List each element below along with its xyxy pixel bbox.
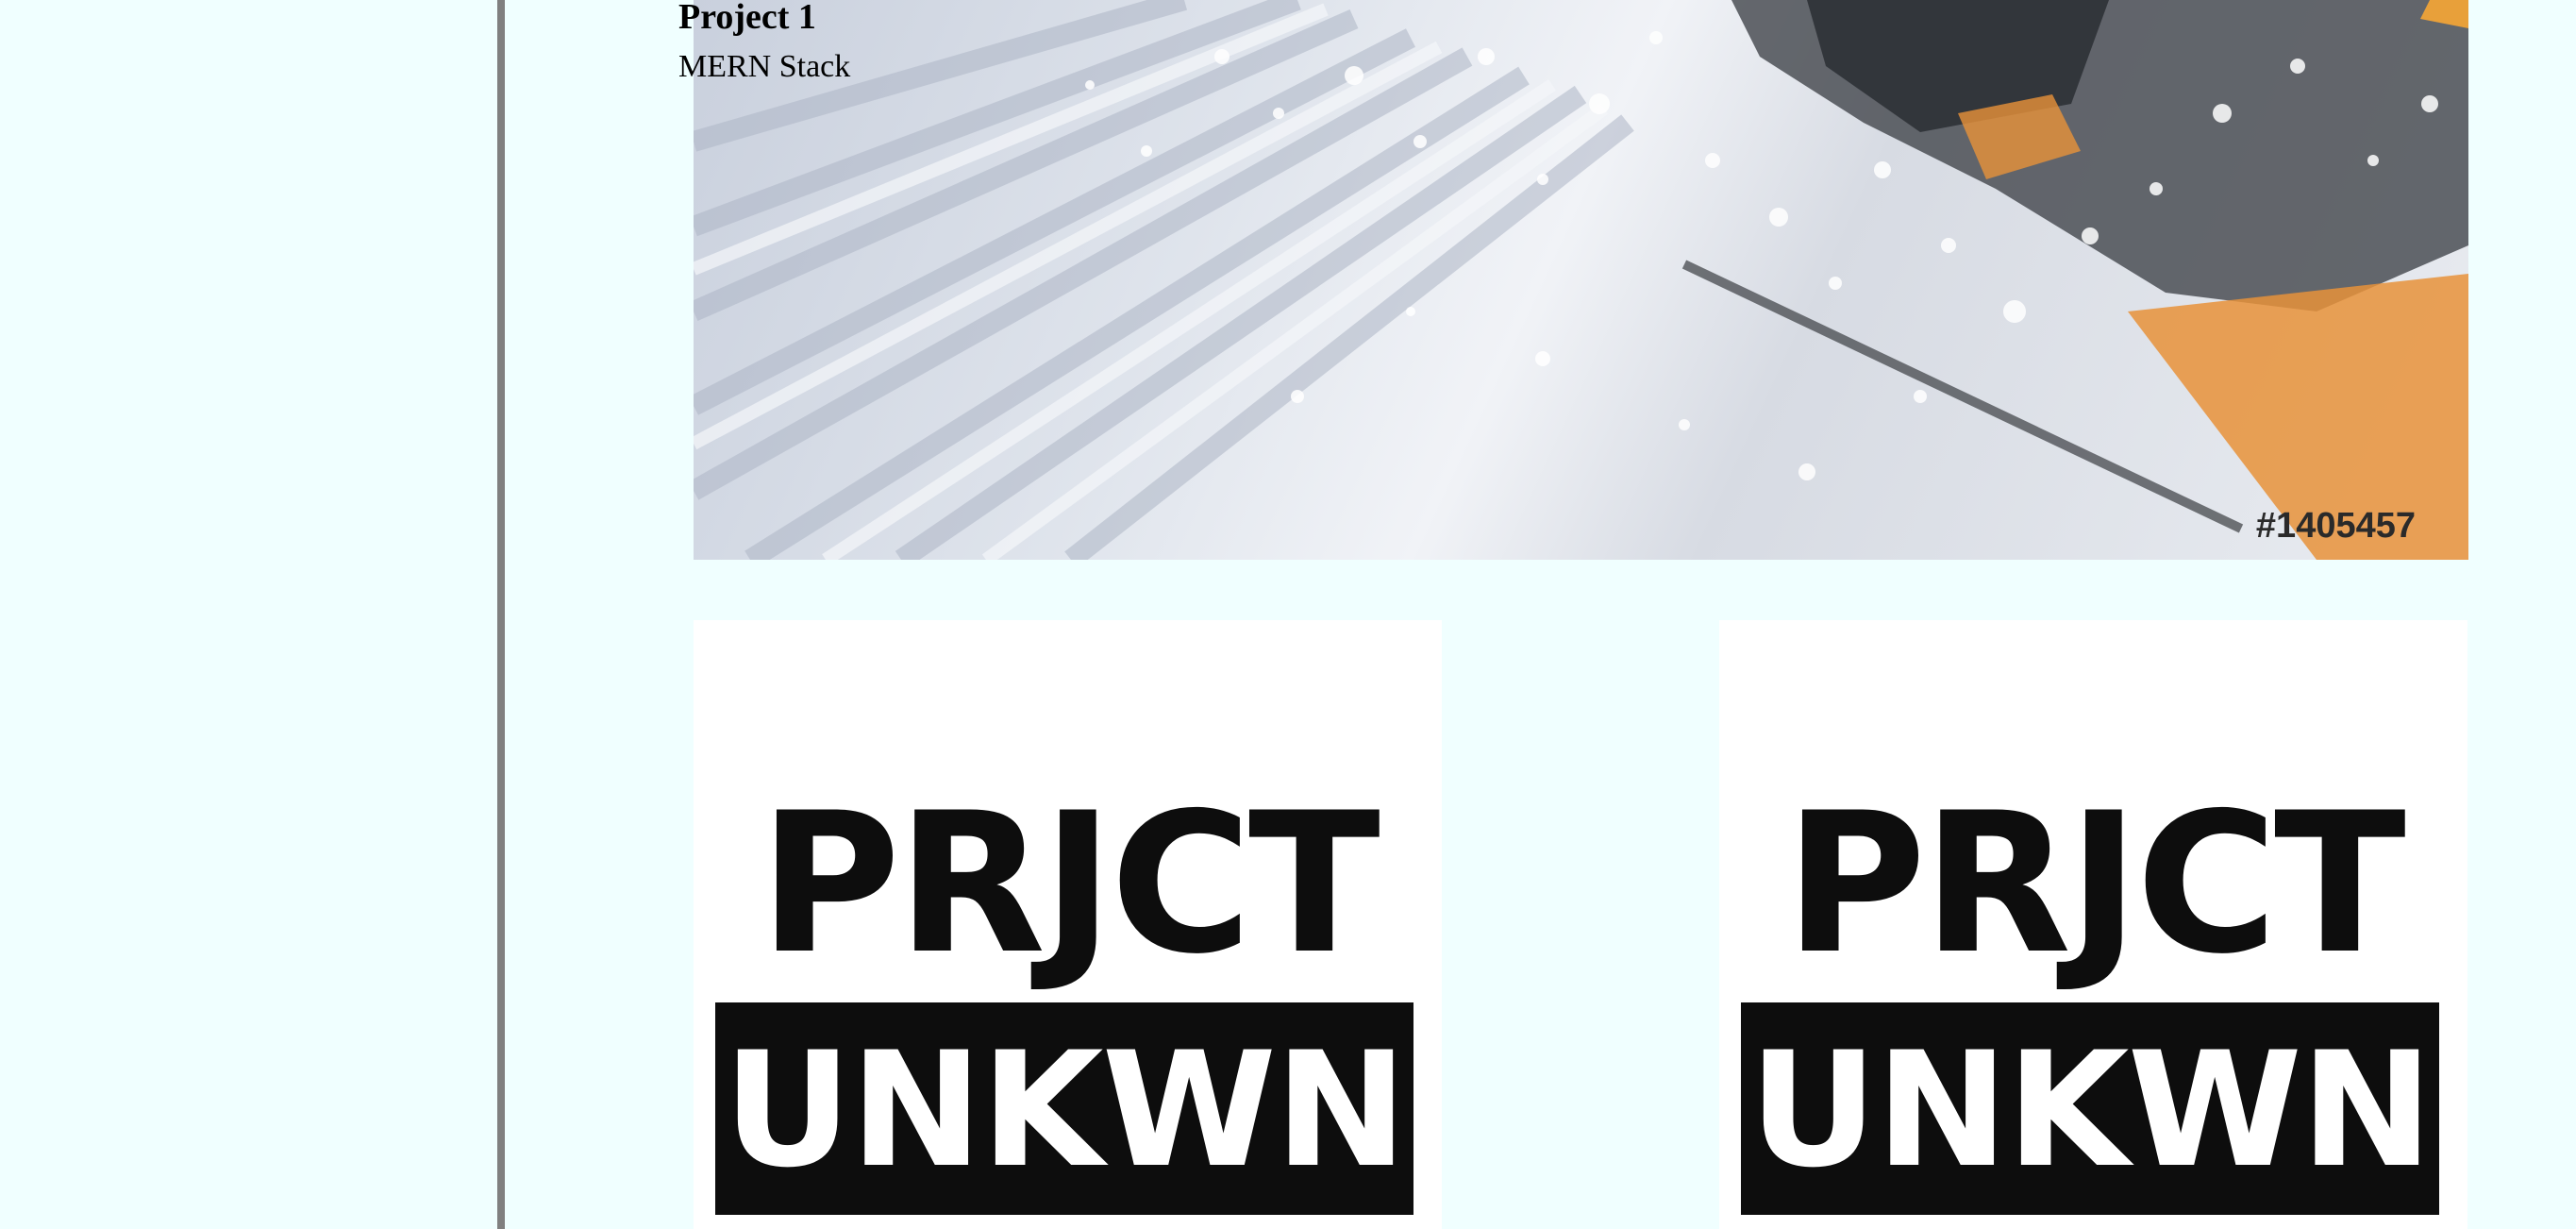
- logo-black-band: UNKWN: [715, 1002, 1413, 1215]
- logo-black-band: UNKWN: [1741, 1002, 2439, 1215]
- logo-top-text: PRJCT: [1784, 772, 2406, 997]
- sidebar-panel: [0, 0, 497, 1229]
- logo-bottom-text: UNKWN: [1748, 1018, 2433, 1203]
- project-hero-image: #1405457: [694, 0, 2468, 560]
- logo-top-text: PRJCT: [759, 772, 1380, 997]
- project-logo-image: PRJCT UNKWN: [1719, 620, 2467, 1229]
- snow-machine-illustration: [694, 0, 2468, 560]
- logo-bottom-text: UNKWN: [723, 1018, 1407, 1203]
- project-logo-image: PRJCT UNKWN: [694, 620, 1442, 1229]
- project-subtitle: MERN Stack: [678, 49, 851, 84]
- panel-divider[interactable]: [497, 0, 505, 1229]
- project-title: Project 1: [678, 0, 816, 37]
- image-id-label: #1405457: [2255, 506, 2416, 546]
